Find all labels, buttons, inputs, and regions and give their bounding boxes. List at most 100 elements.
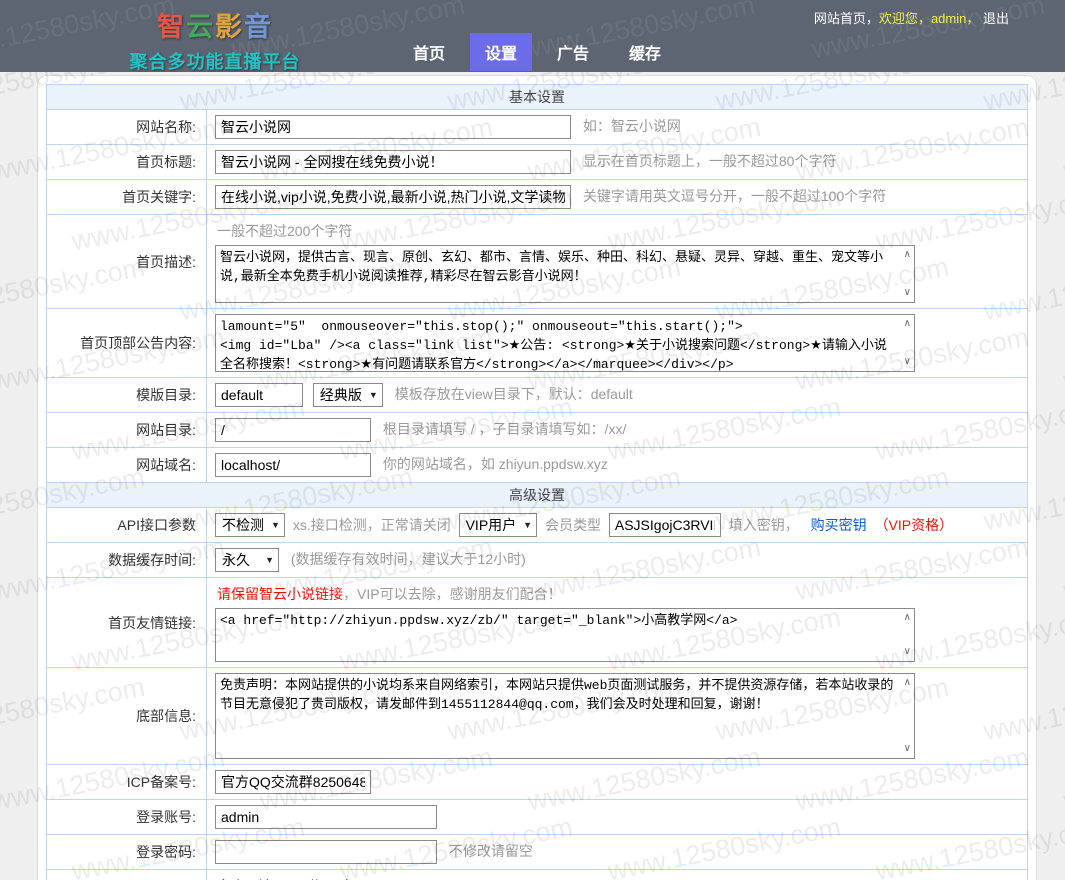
settings-panel: 基本设置 网站名称: 如：智云小说网 首页标题: 显示在首页标题上，一般不超过8…	[37, 75, 1037, 880]
scroll-up-icon[interactable]: ∧	[904, 613, 911, 623]
api-check-select[interactable]: 不检测 ▼	[215, 513, 285, 537]
cache-time-label: 数据缓存时间:	[47, 543, 207, 578]
link-site-home[interactable]: 网站首页，	[814, 11, 879, 26]
scroll-down-icon[interactable]: ∨	[904, 288, 911, 298]
buy-key-link[interactable]: 购买密钥	[811, 517, 867, 533]
row-home-desc: 首页描述: 一般不超过200个字符 智云小说网，提供古言、现言、原创、玄幻、都市…	[47, 215, 1028, 309]
logo-char-yin: 音	[244, 12, 273, 42]
site-domain-input[interactable]	[215, 453, 371, 477]
section-row-advanced: 高级设置	[47, 483, 1028, 508]
login-password-label: 登录密码:	[47, 835, 207, 870]
site-domain-hint: 你的网站域名，如 zhiyun.ppdsw.xyz	[383, 456, 608, 472]
logo-title: 智云影音	[100, 5, 330, 44]
row-footer-info: 底部信息: 免责声明：本网站提供的小说均系来自网络索引，本网站只提供web页面测…	[47, 668, 1028, 765]
site-dir-input[interactable]	[215, 418, 371, 442]
home-title-input[interactable]	[215, 150, 571, 174]
chevron-down-icon: ▼	[265, 555, 274, 565]
chevron-down-icon: ▼	[369, 390, 378, 400]
home-keywords-label: 首页关键字:	[47, 180, 207, 215]
chevron-down-icon: ▼	[523, 520, 532, 530]
row-api-params: API接口参数 不检测 ▼ xs.接口检测，正常请关闭 VIP用户 ▼ 会员类型…	[47, 508, 1028, 543]
template-dir-label: 模版目录:	[47, 378, 207, 413]
row-site-domain: 网站域名: 你的网站域名，如 zhiyun.ppdsw.xyz	[47, 448, 1028, 483]
site-dir-label: 网站目录:	[47, 413, 207, 448]
section-title-advanced: 高级设置	[47, 483, 1028, 508]
top-header: www.12580sky.comwww.12580sky.comwww.1258…	[0, 0, 1065, 72]
site-logo: 智云影音 聚合多功能直播平台	[100, 5, 330, 72]
settings-table: 基本设置 网站名称: 如：智云小说网 首页标题: 显示在首页标题上，一般不超过8…	[46, 84, 1028, 880]
logo-char-yun: 云	[186, 12, 215, 42]
section-title-basic: 基本设置	[47, 85, 1028, 110]
row-ban-ip: 禁止某些IP访问: 多个IP请用 "|" 分开, 如111.111.111.11…	[47, 870, 1028, 880]
vip-required-text: （VIP资格）	[875, 517, 954, 533]
scroll-up-icon[interactable]: ∧	[904, 319, 911, 329]
login-password-input[interactable]	[215, 840, 437, 864]
scroll-up-icon[interactable]: ∧	[904, 250, 911, 260]
template-dir-hint: 模板存放在view目录下，默认：default	[395, 386, 633, 402]
ban-ip-label: 禁止某些IP访问:	[47, 870, 207, 880]
row-home-title: 首页标题: 显示在首页标题上，一般不超过80个字符	[47, 145, 1028, 180]
home-notice-textarea[interactable]: lamount="5" onmouseover="this.stop();" o…	[216, 315, 914, 371]
site-name-input[interactable]	[215, 115, 571, 139]
login-account-input[interactable]	[215, 805, 437, 829]
site-name-label: 网站名称:	[47, 110, 207, 145]
footer-info-textarea[interactable]: 免责声明：本网站提供的小说均系来自网络索引，本网站只提供web页面测试服务，并不…	[216, 674, 914, 758]
api-key-input[interactable]	[609, 513, 721, 537]
template-style-select[interactable]: 经典版 ▼	[313, 383, 383, 407]
home-keywords-input[interactable]	[215, 185, 571, 209]
row-home-notice: 首页顶部公告内容: lamount="5" onmouseover="this.…	[47, 309, 1028, 378]
section-row-basic: 基本设置	[47, 85, 1028, 110]
ban-ip-hint: 多个IP请用 "|" 分开, 如111.111.111.111|222.222.…	[217, 876, 1019, 880]
cache-time-hint: (数据缓存有效时间，建议大于12小时)	[291, 551, 526, 567]
cache-time-select[interactable]: 永久 ▼	[215, 548, 279, 572]
icp-input[interactable]	[215, 770, 371, 794]
cache-time-value: 永久	[222, 550, 250, 570]
login-account-label: 登录账号:	[47, 800, 207, 835]
api-key-hint: 填入密钥，	[729, 517, 799, 533]
member-type-hint: 会员类型	[545, 517, 601, 533]
row-cache-time: 数据缓存时间: 永久 ▼ (数据缓存有效时间，建议大于12小时)	[47, 543, 1028, 578]
template-dir-input[interactable]	[215, 383, 303, 407]
row-template-dir: 模版目录: 经典版 ▼ 模板存放在view目录下，默认：default	[47, 378, 1028, 413]
row-login-password: 登录密码: 不修改请留空	[47, 835, 1028, 870]
friend-links-hint-gray: ，VIP可以去除，感谢朋友们配合！	[343, 586, 562, 602]
home-keywords-hint: 关键字请用英文逗号分开，一般不超过100个字符	[583, 188, 886, 204]
friend-links-label: 首页友情链接:	[47, 578, 207, 668]
site-dir-hint: 根目录请填写 / ，子目录请填写如：/xx/	[383, 421, 626, 437]
member-type-value: VIP用户	[466, 515, 517, 535]
home-desc-textarea[interactable]: 智云小说网，提供古言、现言、原创、玄幻、都市、言情、娱乐、种田、科幻、悬疑、灵异…	[216, 246, 914, 302]
nav-tab-ads[interactable]: 广告	[542, 33, 604, 71]
row-home-keywords: 首页关键字: 关键字请用英文逗号分开，一般不超过100个字符	[47, 180, 1028, 215]
footer-info-label: 底部信息:	[47, 668, 207, 765]
welcome-text: 欢迎您，	[879, 11, 931, 26]
site-name-hint: 如：智云小说网	[583, 118, 681, 134]
friend-links-textarea[interactable]: <a href="http://zhiyun.ppdsw.xyz/zb/" ta…	[216, 609, 914, 661]
home-title-hint: 显示在首页标题上，一般不超过80个字符	[583, 153, 837, 169]
logout-link[interactable]: 退出	[983, 11, 1009, 26]
api-check-value: 不检测	[222, 515, 264, 535]
logo-char-zhi: 智	[157, 12, 186, 42]
login-password-hint: 不修改请留空	[449, 843, 533, 859]
icp-label: ICP备案号:	[47, 765, 207, 800]
scroll-up-icon[interactable]: ∧	[904, 678, 911, 688]
home-desc-hint: 一般不超过200个字符	[217, 221, 1019, 241]
friend-links-hint: 请保留智云小说链接，VIP可以去除，感谢朋友们配合！	[217, 584, 1019, 604]
nav-tab-settings[interactable]: 设置	[470, 33, 532, 71]
scroll-down-icon[interactable]: ∨	[904, 744, 911, 754]
member-type-select[interactable]: VIP用户 ▼	[459, 513, 538, 537]
scroll-down-icon[interactable]: ∨	[904, 647, 911, 657]
row-icp: ICP备案号:	[47, 765, 1028, 800]
api-params-label: API接口参数	[47, 508, 207, 543]
chevron-down-icon: ▼	[271, 520, 280, 530]
row-login-account: 登录账号:	[47, 800, 1028, 835]
logo-char-ying: 影	[215, 12, 244, 42]
nav-tab-cache[interactable]: 缓存	[614, 33, 676, 71]
row-site-name: 网站名称: 如：智云小说网	[47, 110, 1028, 145]
api-check-hint: xs.接口检测，正常请关闭	[293, 517, 451, 533]
site-domain-label: 网站域名:	[47, 448, 207, 483]
main-nav: 首页 设置 广告 缓存	[398, 33, 686, 71]
nav-tab-home[interactable]: 首页	[398, 33, 460, 71]
scroll-down-icon[interactable]: ∨	[904, 357, 911, 367]
row-site-dir: 网站目录: 根目录请填写 / ，子目录请填写如：/xx/	[47, 413, 1028, 448]
user-bar: 网站首页，欢迎您，admin， 退出	[814, 8, 1009, 27]
